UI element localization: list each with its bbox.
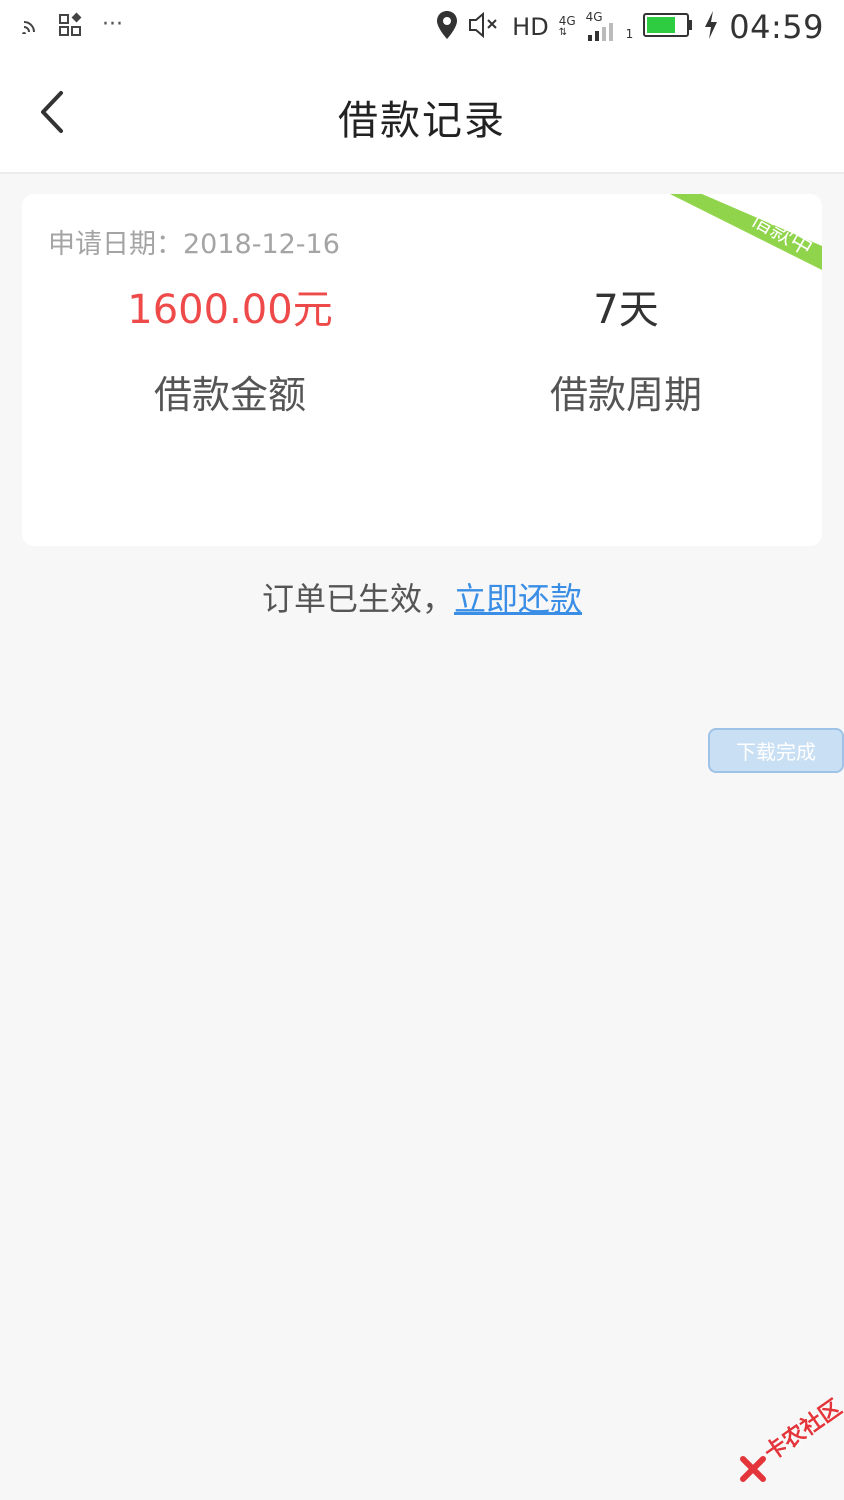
hd-label: HD [512, 13, 549, 41]
cast-icon [22, 16, 40, 38]
network-type-2: 4G [586, 11, 616, 43]
network-arrows-icon: ⇅ [558, 27, 568, 38]
order-message-prefix: 订单已生效， [261, 580, 454, 618]
clock: 04:59 [729, 8, 824, 46]
location-icon [436, 10, 458, 44]
network-type: 4G ⇅ [559, 15, 576, 39]
repay-now-link[interactable]: 立即还款 [454, 580, 582, 618]
status-bar-right: HD 4G ⇅ 4G 1 04:59 [436, 8, 824, 46]
status-bar-left: ··· [22, 12, 123, 42]
charging-icon [703, 10, 719, 44]
network-type-top: 4G [558, 14, 576, 28]
download-complete-toast[interactable]: 下载完成 [708, 728, 844, 773]
period-column: 7天 借款周期 [426, 284, 822, 419]
battery-icon [643, 12, 693, 42]
page-title: 借款记录 [338, 98, 506, 144]
order-message: 订单已生效，立即还款 [0, 574, 844, 620]
apps-grid-icon [58, 12, 84, 42]
loan-period-label: 借款周期 [549, 373, 702, 417]
sim-index: 1 [625, 27, 634, 41]
signal-strength-icon [586, 23, 616, 43]
loan-record-card[interactable]: 申请日期：2018-12-16 借款中 1600.00元 借款金额 7天 借款周… [22, 194, 822, 546]
apply-date: 申请日期：2018-12-16 [48, 229, 340, 260]
watermark-text: 卡农社区 [760, 1395, 844, 1467]
watermark-logo-icon [740, 1456, 766, 1486]
nav-bar: 借款记录 [0, 58, 844, 174]
watermark: 卡农社区 [740, 1395, 844, 1490]
loan-period-value: 7天 [593, 287, 659, 333]
status-ribbon: 借款中 [670, 194, 822, 270]
amount-column: 1600.00元 借款金额 [30, 284, 430, 419]
status-bar: ··· HD 4G ⇅ 4G 1 04:59 [0, 0, 844, 58]
mute-icon [468, 11, 502, 43]
more-notifications-icon: ··· [102, 11, 123, 37]
loan-amount-label: 借款金额 [153, 373, 306, 417]
network-type-bottom: 4G [585, 10, 603, 24]
loan-amount-value: 1600.00元 [127, 287, 333, 333]
